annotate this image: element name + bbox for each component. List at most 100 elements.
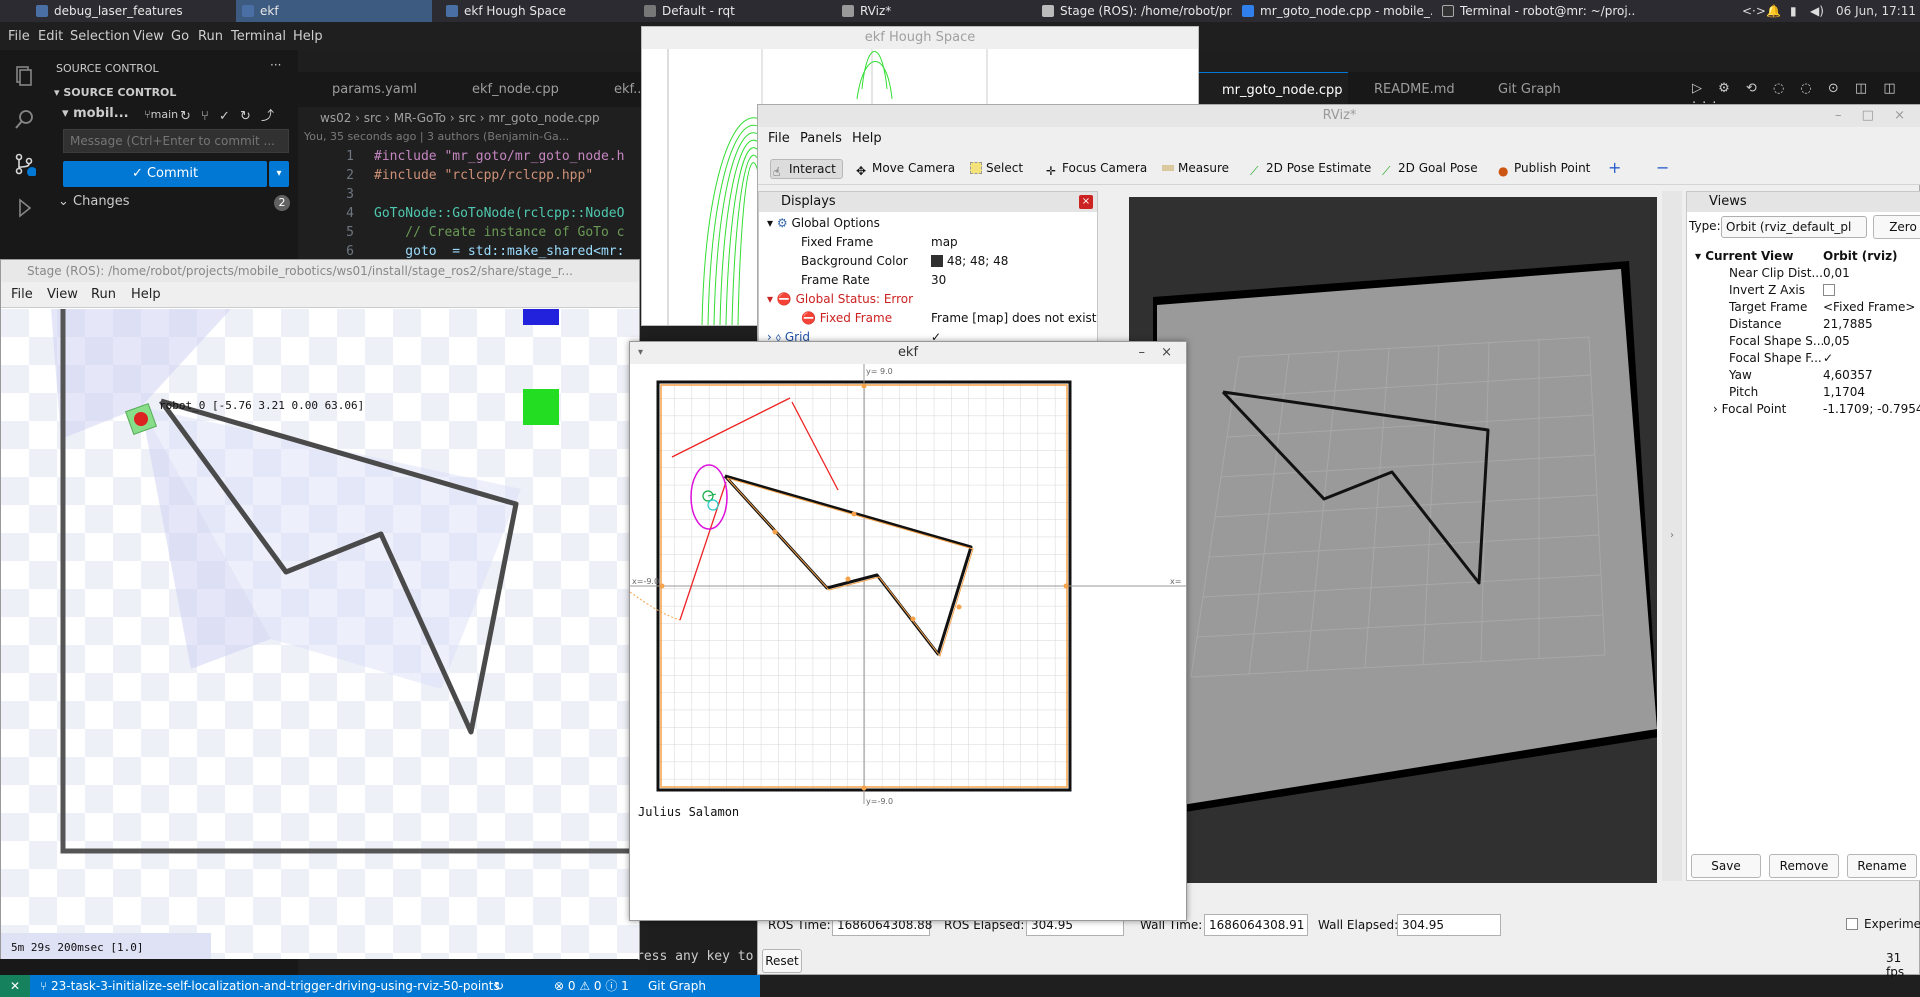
- focal-shape-fixed-checkbox[interactable]: ✓: [1823, 350, 1837, 367]
- remove-tool-icon[interactable]: −: [1656, 159, 1669, 179]
- tool-2d-pose-estimate[interactable]: ⟋ 2D Pose Estimate: [1248, 159, 1371, 179]
- commit-dropdown-icon[interactable]: ▾: [269, 161, 289, 187]
- breadcrumb[interactable]: ws02 › src › MR-GoTo › src › mr_goto_nod…: [320, 111, 600, 125]
- stage-world-canvas[interactable]: robot_0 [-5.76 3.21 0.00 63.06] 5m 29s 2…: [1, 309, 639, 959]
- tool-select[interactable]: Select: [968, 159, 1023, 179]
- breadcrumb-item[interactable]: MR-GoTo: [394, 111, 446, 125]
- view-type-select[interactable]: Orbit (rviz_default_pl: [1721, 216, 1867, 238]
- close-icon[interactable]: ×: [1079, 195, 1093, 209]
- source-control-icon[interactable]: [12, 152, 36, 176]
- view-prop-value[interactable]: 21,7885: [1823, 316, 1920, 333]
- task-terminal[interactable]: Terminal - robot@mr: ~/proj...: [1436, 0, 1636, 22]
- task-vscode[interactable]: mr_goto_node.cpp - mobile_...: [1236, 0, 1432, 22]
- breadcrumb-item[interactable]: mr_goto_node.cpp: [488, 111, 599, 125]
- scm-section-header[interactable]: ▾ SOURCE CONTROL: [54, 86, 176, 99]
- remote-icon[interactable]: ✕: [0, 975, 30, 997]
- tool-interact[interactable]: ☝ Interact: [770, 159, 843, 179]
- status-branch[interactable]: ⑂ 23-task-3-initialize-self-localization…: [40, 975, 500, 997]
- add-tool-icon[interactable]: +: [1608, 159, 1621, 179]
- status-git-graph[interactable]: Git Graph: [648, 975, 706, 997]
- view-prop-value[interactable]: 1,1704: [1823, 384, 1920, 401]
- explorer-icon[interactable]: [12, 64, 36, 88]
- commit-message-input[interactable]: [63, 129, 289, 153]
- menu-selection[interactable]: Selection: [70, 29, 130, 44]
- tab-ekf-node[interactable]: ekf_node.cpp: [448, 72, 578, 107]
- breadcrumb-item[interactable]: src: [364, 111, 382, 125]
- ekf-title-bar[interactable]: ▾ ekf – ×: [630, 342, 1186, 364]
- menu-view[interactable]: View: [133, 29, 164, 44]
- menu-go[interactable]: Go: [171, 29, 189, 44]
- menu-run[interactable]: Run: [198, 29, 223, 44]
- tab-git-graph[interactable]: Git Graph: [1474, 72, 1574, 107]
- display-global-status[interactable]: ▾ ⛔ Global Status: Error: [759, 290, 913, 309]
- tab-params-yaml[interactable]: params.yaml: [308, 72, 418, 107]
- display-status-fixed-frame[interactable]: ⛔ Fixed Frame: [801, 309, 892, 328]
- search-icon[interactable]: [12, 108, 36, 132]
- volume-icon[interactable]: ◀): [1810, 0, 1824, 22]
- bell-icon[interactable]: 🔔: [1766, 0, 1781, 22]
- tool-move-camera[interactable]: ✥ Move Camera: [854, 159, 955, 179]
- tab-readme[interactable]: README.md: [1350, 72, 1470, 107]
- reset-button[interactable]: Reset: [762, 949, 802, 973]
- task-rviz[interactable]: RViz*: [836, 0, 1032, 22]
- hough-title-bar[interactable]: ekf Hough Space: [642, 27, 1198, 49]
- tool-publish-point[interactable]: ● Publish Point: [1496, 159, 1590, 179]
- rviz-3d-view[interactable]: [1129, 197, 1659, 883]
- wall-time-field[interactable]: 1686064308.91: [1204, 914, 1308, 936]
- display-global-options[interactable]: ▾ ⚙ Global Options: [759, 214, 880, 233]
- network-icon[interactable]: <·>: [1742, 0, 1766, 22]
- battery-icon[interactable]: ▮: [1790, 0, 1797, 22]
- menu-file[interactable]: File: [8, 29, 30, 44]
- wall-elapsed-field[interactable]: 304.95: [1397, 914, 1501, 936]
- tool-measure[interactable]: Measure: [1160, 159, 1229, 179]
- window-menu-icon[interactable]: ▾: [638, 342, 643, 364]
- splitter-handle[interactable]: ›: [1662, 191, 1682, 881]
- view-prop-value[interactable]: -1.1709; -0.79549: [1823, 401, 1920, 418]
- display-prop-value[interactable]: map: [931, 233, 958, 252]
- window-controls[interactable]: – □ ×: [1835, 105, 1913, 127]
- commit-button[interactable]: ✓ Commit: [63, 161, 267, 187]
- breadcrumb-item[interactable]: ws02: [320, 111, 351, 125]
- stage-menu-file[interactable]: File: [11, 287, 33, 302]
- view-prop-value[interactable]: 4,60357: [1823, 367, 1920, 384]
- stage-title-bar[interactable]: Stage (ROS): /home/robot/projects/mobile…: [1, 260, 639, 282]
- view-prop-value[interactable]: <Fixed Frame>: [1823, 299, 1920, 316]
- zero-button[interactable]: Zero: [1873, 215, 1920, 239]
- clock[interactable]: 06 Jun, 17:11: [1836, 0, 1916, 22]
- rviz-title-bar[interactable]: RViz* – □ ×: [758, 105, 1920, 127]
- rviz-menu-panels[interactable]: Panels: [800, 131, 842, 146]
- status-problems[interactable]: ⊗ 0 ⚠ 0 ⓘ 1: [554, 975, 629, 997]
- rviz-menu-file[interactable]: File: [768, 131, 790, 146]
- sync-icon[interactable]: ↻: [494, 975, 504, 997]
- stage-menu-view[interactable]: View: [47, 287, 78, 302]
- task-debug-laser[interactable]: debug_laser_features: [30, 0, 230, 22]
- run-debug-icon[interactable]: [12, 196, 36, 220]
- rename-view-button[interactable]: Rename: [1847, 854, 1917, 878]
- display-prop-value[interactable]: 30: [931, 271, 946, 290]
- branch-label[interactable]: ⑂main: [144, 108, 178, 121]
- task-ekf[interactable]: ekf: [236, 0, 432, 22]
- changes-row[interactable]: ⌄ Changes: [58, 194, 130, 209]
- stage-menu-run[interactable]: Run: [91, 287, 116, 302]
- stage-menu-help[interactable]: Help: [131, 287, 161, 302]
- view-prop-value[interactable]: 0,01: [1823, 265, 1920, 282]
- more-actions-icon[interactable]: ···: [270, 58, 281, 72]
- task-hough[interactable]: ekf Hough Space: [440, 0, 630, 22]
- tool-2d-goal-pose[interactable]: ⟋ 2D Goal Pose: [1380, 159, 1478, 179]
- task-stage[interactable]: Stage (ROS): /home/robot/pr...: [1036, 0, 1232, 22]
- menu-help[interactable]: Help: [293, 29, 323, 44]
- window-controls[interactable]: – ×: [1138, 342, 1178, 364]
- save-view-button[interactable]: Save: [1691, 854, 1761, 878]
- remove-view-button[interactable]: Remove: [1769, 854, 1839, 878]
- menu-terminal[interactable]: Terminal: [231, 29, 286, 44]
- background-color-value[interactable]: 48; 48; 48: [931, 252, 1008, 271]
- view-prop-value[interactable]: 0,05: [1823, 333, 1920, 350]
- breadcrumb-item[interactable]: src: [458, 111, 476, 125]
- task-rqt[interactable]: Default - rqt: [638, 0, 828, 22]
- repo-row[interactable]: ▾ mobil...: [62, 106, 129, 121]
- experimental-checkbox[interactable]: [1846, 918, 1858, 930]
- tool-focus-camera[interactable]: ✛ Focus Camera: [1044, 159, 1147, 179]
- focal-point-row[interactable]: › Focal Point: [1713, 401, 1823, 418]
- rviz-menu-help[interactable]: Help: [852, 131, 882, 146]
- invert-z-checkbox[interactable]: [1823, 284, 1835, 296]
